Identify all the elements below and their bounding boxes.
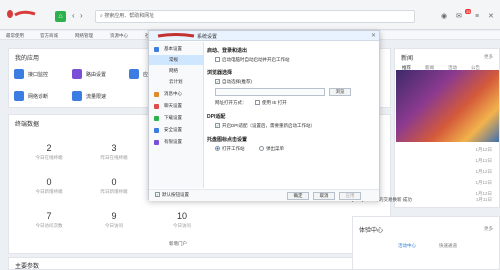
stat-item: 10 今日访问 <box>173 211 191 228</box>
ok-button[interactable]: 确定 <box>287 192 309 200</box>
close-window-icon[interactable]: ✕ <box>488 12 494 21</box>
sidebar-item-messages[interactable]: 消息中心 <box>149 89 204 99</box>
sidebar-item-general[interactable]: 常规 <box>149 55 204 65</box>
stat-item: 7 今日访问次数 <box>35 211 63 228</box>
tray-option-menu[interactable]: 弹出菜单 <box>259 146 284 152</box>
address-bar[interactable]: ⌕ 搜索应用、帮助和网址 <box>95 10 415 23</box>
bookmark-item[interactable]: 官方商城 <box>40 33 58 39</box>
menu-icon[interactable]: ≡ <box>475 12 479 21</box>
checkbox-checked[interactable]: ✓ <box>215 123 220 129</box>
checkbox[interactable] <box>215 57 220 63</box>
stat-item: 0 昨日新增终端 <box>100 177 128 194</box>
auto-select-option[interactable]: ✓ 自动选择(推荐) <box>215 79 252 85</box>
dialog-sidebar: 基本设置 常规 网络 云计划 消息中心 聊天设置 下载设置 安全设置 有限设置 <box>149 42 204 188</box>
experience-tab[interactable]: 活动中心 <box>398 243 416 249</box>
message-icon <box>154 92 159 97</box>
checkbox[interactable] <box>255 100 260 106</box>
bookmark-item[interactable]: 网络管理 <box>75 33 93 39</box>
download-icon <box>154 116 159 121</box>
experience-tab[interactable]: 快速通道 <box>439 243 457 249</box>
params-card: 主要参数 更多 <box>8 257 391 270</box>
tray-section-title: 托盘图标点击设置 <box>207 137 248 143</box>
app-item[interactable]: 流量限速 <box>72 91 122 103</box>
sidebar-item-chat[interactable]: 聊天设置 <box>149 101 204 111</box>
apps-card-title: 我的应用 <box>15 56 40 62</box>
news-banner-image[interactable] <box>396 70 499 142</box>
sidebar-item-cloud[interactable]: 云计划 <box>149 77 204 87</box>
stats-card-title: 终端数据 <box>15 122 40 128</box>
tray-option-open[interactable]: 打开工作站 <box>215 146 245 152</box>
app-icon <box>14 69 24 79</box>
advanced-icon <box>154 140 159 145</box>
dpi-section-title: DPI适配 <box>207 114 226 120</box>
checkbox-checked[interactable]: ✓ <box>215 79 220 85</box>
browser-logo-icon <box>7 10 36 18</box>
redacted-icon <box>157 33 195 38</box>
browser-titlebar: ⌂ ‹ › ⌕ 搜索应用、帮助和网址 ◉ ✉ 35 ≡ ✕ <box>0 0 500 30</box>
experience-card: 体验中心 更多 活动中心 快速通道 <box>352 216 500 270</box>
stat-item: 9 今日访问 <box>105 211 123 228</box>
app-icon <box>129 69 139 79</box>
dialog-titlebar: 系统设置 ✕ <box>149 31 379 41</box>
sidebar-item-basic[interactable]: 基本设置 <box>149 44 204 54</box>
app-icon <box>72 69 82 79</box>
dpi-option[interactable]: ✓ 开启DPI适配（设置后，需要重新启动工作站） <box>215 123 315 129</box>
forward-icon[interactable]: › <box>80 11 83 21</box>
params-card-title: 主要参数 <box>15 264 40 270</box>
url-open-label: 网址打开方式： <box>215 100 247 105</box>
sidebar-item-advanced[interactable]: 有限设置 <box>149 137 204 147</box>
notification-badge: 35 <box>465 9 472 14</box>
settings-icon <box>154 47 159 52</box>
app-icon <box>14 91 24 101</box>
radio[interactable] <box>259 146 264 152</box>
stat-item: 0 今日新增终端 <box>35 177 63 194</box>
sidebar-item-security[interactable]: 安全设置 <box>149 125 204 135</box>
app-icon <box>72 91 82 101</box>
checkbox-checked[interactable]: ✓ <box>155 192 160 198</box>
browse-button[interactable]: 浏览 <box>329 88 351 96</box>
color-wheel-icon[interactable]: ◉ <box>441 12 447 21</box>
cancel-button[interactable]: 取消 <box>313 192 335 200</box>
chat-icon <box>154 104 159 109</box>
experience-card-title: 体验中心 <box>359 228 384 234</box>
dialog-content: 启动、登录和退出 启动电脑时自动启动并开启工作站 浏览器选择 ✓ 自动选择(推荐)… <box>207 43 377 188</box>
settings-dialog: 系统设置 ✕ 基本设置 常规 网络 云计划 消息中心 聊天设置 下载设置 安全设… <box>148 30 380 201</box>
startup-option[interactable]: 启动电脑时自动启动并开启工作站 <box>215 57 290 63</box>
back-icon[interactable]: ‹ <box>72 11 75 21</box>
shield-icon <box>154 128 159 133</box>
browser-section-title: 浏览器选择 <box>207 70 233 76</box>
startup-section-title: 启动、登录和退出 <box>207 48 248 54</box>
sidebar-item-network[interactable]: 网络 <box>149 66 204 76</box>
bookmark-item[interactable]: 最常使用 <box>6 33 24 39</box>
search-icon: ⌕ <box>100 13 103 19</box>
default-button-option[interactable]: ✓ 默认按钮设置 <box>155 192 189 198</box>
browser-select[interactable] <box>215 88 325 96</box>
stats-footer-link[interactable]: 新增门户 <box>169 241 187 247</box>
news-more-link[interactable]: 更多 <box>484 54 493 60</box>
app-item[interactable]: 接口监控 <box>14 69 64 81</box>
apply-button[interactable]: 应用 <box>339 192 361 200</box>
use-ie-option[interactable]: 使用 IE 打开 <box>255 100 287 106</box>
bookmark-item[interactable]: 资源中心 <box>110 33 128 39</box>
news-card-title: 新闻 <box>401 56 414 62</box>
dialog-title: 系统设置 <box>197 34 218 40</box>
stat-item: 3 昨日在线终端 <box>100 143 128 160</box>
stat-item: 2 今日在线终端 <box>35 143 63 160</box>
home-tab-button[interactable]: ⌂ <box>55 11 66 22</box>
app-item[interactable]: 路由设置 <box>72 69 122 81</box>
sidebar-item-download[interactable]: 下载设置 <box>149 113 204 123</box>
app-item[interactable]: 网络诊断 <box>14 91 64 103</box>
radio-selected[interactable] <box>215 146 220 152</box>
dialog-close-icon[interactable]: ✕ <box>371 32 376 39</box>
notification-icon[interactable]: ✉ <box>456 12 462 21</box>
experience-more-link[interactable]: 更多 <box>484 226 493 232</box>
dialog-footer: ✓ 默认按钮设置 确定 取消 应用 <box>149 189 379 201</box>
